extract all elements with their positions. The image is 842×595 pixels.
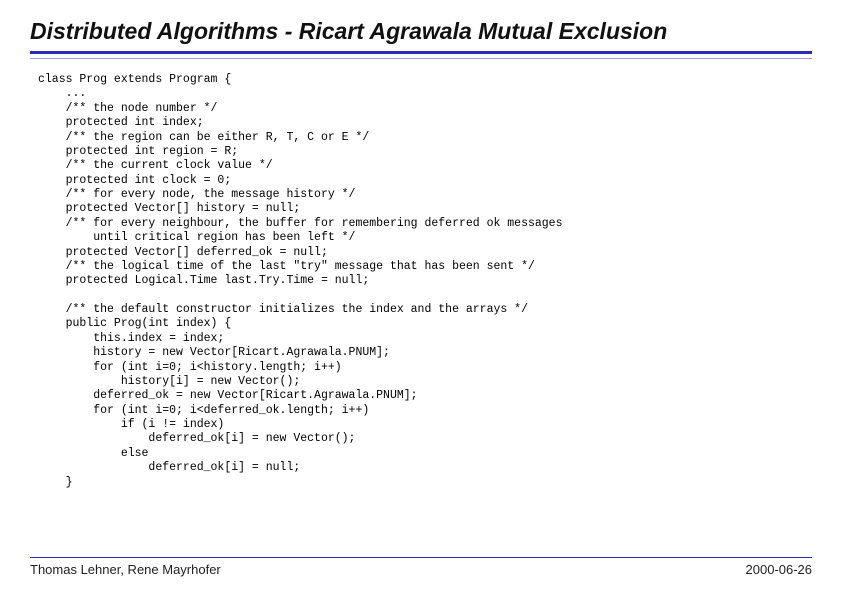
footer-row: Thomas Lehner, Rene Mayrhofer 2000-06-26 xyxy=(30,562,812,577)
footer: Thomas Lehner, Rene Mayrhofer 2000-06-26 xyxy=(30,557,812,577)
footer-date: 2000-06-26 xyxy=(746,562,813,577)
footer-rule xyxy=(30,557,812,558)
slide: Distributed Algorithms - Ricart Agrawala… xyxy=(0,0,842,595)
code-block: class Prog extends Program { ... /** the… xyxy=(30,73,812,490)
footer-authors: Thomas Lehner, Rene Mayrhofer xyxy=(30,562,221,577)
title-rule xyxy=(30,51,812,54)
slide-title: Distributed Algorithms - Ricart Agrawala… xyxy=(30,18,812,51)
title-rule-thin xyxy=(30,58,812,59)
